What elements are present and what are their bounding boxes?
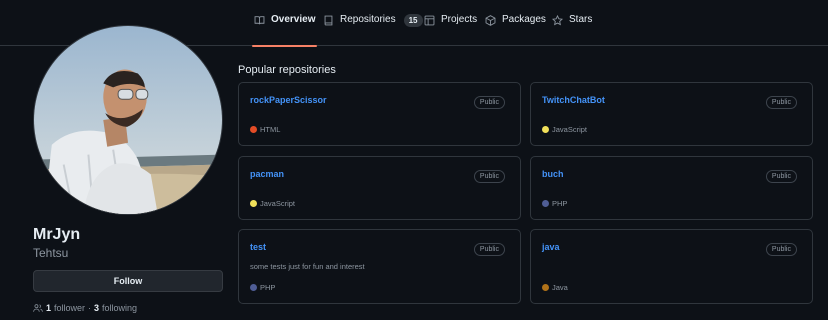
separator: · — [88, 303, 92, 313]
repo-language: Java — [542, 283, 568, 292]
follow-button[interactable]: Follow — [33, 270, 223, 292]
language-label: HTML — [260, 125, 281, 134]
language-label: PHP — [552, 199, 568, 208]
profile-name: MrJyn — [33, 226, 81, 243]
tab-stars[interactable]: Stars — [552, 14, 592, 46]
repo-language: PHP — [542, 199, 567, 208]
tab-packages[interactable]: Packages — [485, 14, 546, 46]
tab-label: Packages — [502, 14, 546, 25]
tab-overview[interactable]: Overview — [251, 14, 318, 47]
language-color-dot — [250, 126, 257, 133]
visibility-badge: Public — [765, 170, 797, 183]
repo-link[interactable]: TwitchChatBot — [542, 95, 605, 105]
repo-link[interactable]: pacman — [250, 169, 284, 179]
language-color-dot — [250, 200, 257, 207]
language-color-dot — [542, 284, 549, 291]
repo-language: JavaScript — [250, 199, 295, 208]
tab-label: Overview — [271, 14, 316, 25]
language-color-dot — [542, 200, 549, 207]
tab-label: Stars — [569, 14, 593, 25]
language-label: Java — [552, 283, 568, 292]
people-icon — [33, 304, 43, 312]
repo-language: JavaScript — [542, 125, 587, 134]
repo-description: some tests just for fun and interest — [250, 262, 365, 271]
repo-card: pacman Public JavaScript — [238, 156, 521, 220]
table-icon — [424, 15, 435, 26]
repo-link[interactable]: test — [250, 242, 266, 252]
following-label: following — [102, 303, 138, 313]
book-icon — [254, 16, 265, 25]
tab-label: Projects — [441, 14, 478, 25]
language-label: JavaScript — [552, 125, 588, 134]
repo-card: java Public Java — [530, 229, 813, 304]
tab-label: Repositories — [340, 14, 396, 25]
repo-card: buch Public PHP — [530, 156, 813, 220]
language-label: PHP — [260, 283, 276, 292]
repo-link[interactable]: java — [542, 242, 560, 252]
repo-card: TwitchChatBot Public JavaScript — [530, 82, 813, 146]
avatar-photo — [34, 26, 222, 214]
repo-language: HTML — [250, 125, 280, 134]
visibility-badge: Public — [473, 243, 505, 256]
following-count: 3 — [94, 303, 100, 313]
package-icon — [485, 15, 496, 26]
language-color-dot — [250, 284, 257, 291]
repo-language: PHP — [250, 283, 275, 292]
tab-projects[interactable]: Projects — [424, 14, 477, 46]
repo-link[interactable]: buch — [542, 169, 564, 179]
repo-icon — [324, 15, 333, 26]
visibility-badge: Public — [473, 170, 505, 183]
followers-count: 1 — [46, 303, 52, 313]
repo-card: test Public some tests just for fun and … — [238, 229, 521, 304]
followers-label: follower — [54, 303, 86, 313]
repo-link[interactable]: rockPaperScissor — [250, 95, 327, 105]
visibility-badge: Public — [765, 96, 797, 109]
visibility-badge: Public — [473, 96, 505, 109]
avatar[interactable] — [33, 25, 223, 215]
repository-count-badge: 15 — [403, 14, 423, 27]
profile-username: Tehtsu — [33, 246, 69, 260]
repo-card: rockPaperScissor Public HTML — [238, 82, 521, 146]
follow-stats: 1 follower · 3 following — [33, 303, 137, 313]
visibility-badge: Public — [765, 243, 797, 256]
following-link[interactable]: 3 following — [94, 303, 137, 313]
tab-repositories[interactable]: Repositories 15 — [323, 14, 423, 46]
star-icon — [552, 15, 563, 26]
language-color-dot — [542, 126, 549, 133]
followers-link[interactable]: 1 follower — [33, 303, 85, 313]
language-label: JavaScript — [260, 199, 296, 208]
popular-repositories-heading: Popular repositories — [238, 64, 336, 76]
